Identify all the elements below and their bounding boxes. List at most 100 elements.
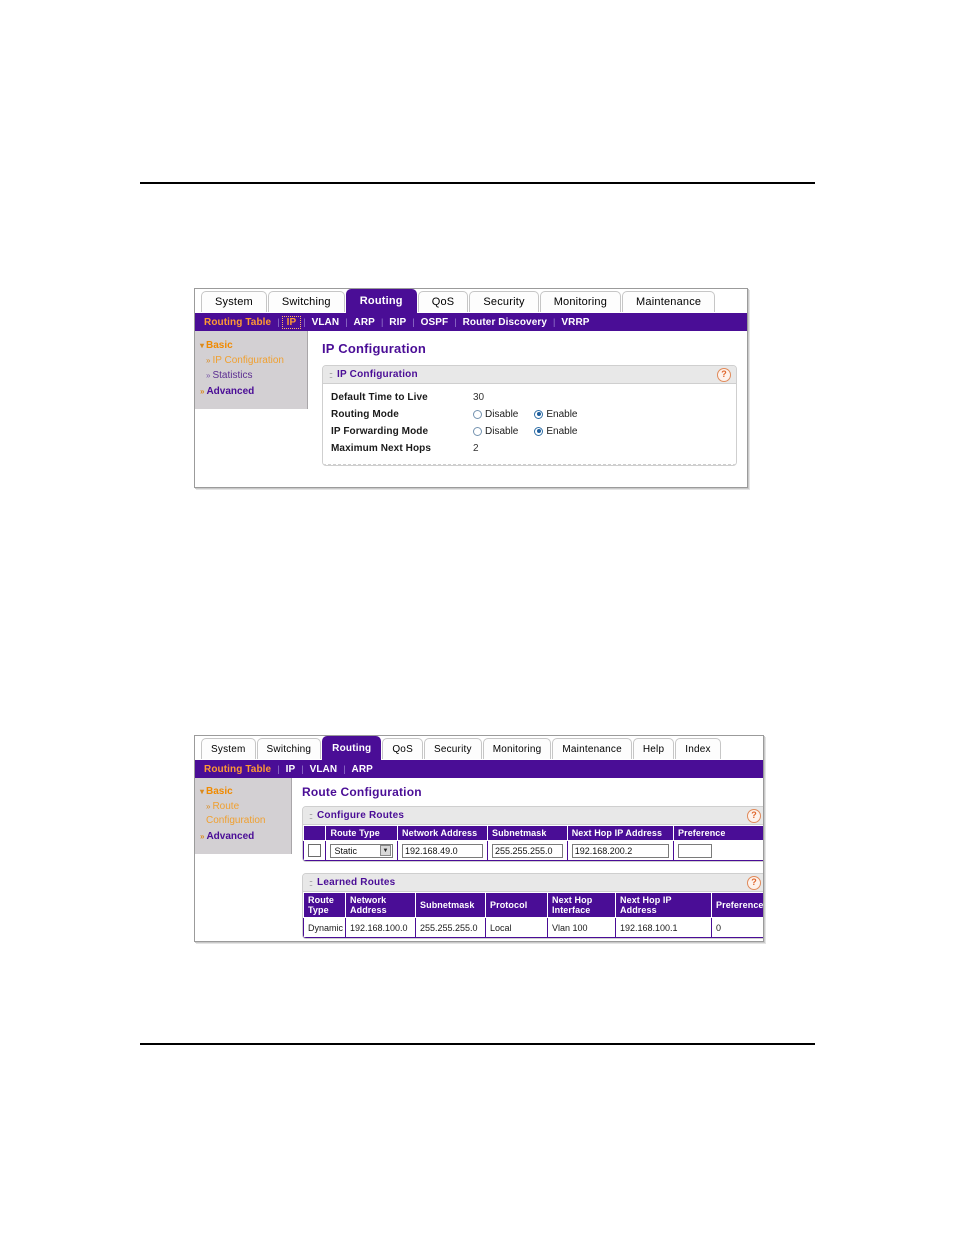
subnav-rip[interactable]: RIP	[383, 317, 412, 328]
network-address-input[interactable]: 192.168.49.0	[402, 843, 483, 858]
tab-qos[interactable]: QoS	[417, 291, 469, 313]
sidebar-item-basic[interactable]: ▾ Basic	[195, 784, 291, 799]
sidebar-item-route-configuration-cont[interactable]: Configuration	[195, 814, 291, 828]
configure-routes-table: Route Type Network Address Subnetmask Ne…	[303, 825, 763, 861]
panel-title: IP Configuration	[337, 369, 418, 380]
col-route-type: Route Type	[303, 892, 346, 918]
ip-configuration-form: Default Time to Live 30 Routing Mode Dis…	[323, 384, 736, 465]
col-select	[303, 825, 327, 841]
subnav-vrrp[interactable]: VRRP	[555, 317, 595, 328]
ip-forwarding-disable-option[interactable]: Disable	[473, 426, 518, 437]
sidebar-item-label: Route	[212, 801, 240, 812]
subnetmask-value: 255.255.255.0	[415, 917, 486, 938]
sidebar-item-label: Advanced	[206, 386, 255, 397]
next-hop-interface-value: Vlan 100	[547, 917, 616, 938]
subnav-ip[interactable]: IP	[281, 315, 302, 329]
sidebar-item-basic[interactable]: ▾ Basic	[195, 338, 307, 353]
route-type-value: Static	[334, 845, 357, 856]
row-checkbox[interactable]	[308, 844, 321, 857]
next-hop-ip-input[interactable]: 192.168.200.2	[571, 843, 669, 858]
tab-system[interactable]: System	[201, 291, 267, 313]
ip-sidebar: ▾ Basic » IP Configuration » Statistics » Ad…	[195, 331, 308, 409]
subnav-routing-table[interactable]: Routing Table	[204, 317, 277, 328]
table-row: Static ▼ 192.168.49.0 255.255.255.0 192.…	[303, 840, 763, 861]
ip-forwarding-mode-radio-group: Disable Enable	[473, 426, 594, 437]
col-next-hop-ip-address: Next Hop IP Address	[566, 825, 674, 841]
chevron-right-icon: »	[200, 832, 205, 841]
subnav-ip[interactable]: IP	[280, 764, 302, 775]
tab-index[interactable]: Index	[675, 738, 721, 760]
subnav-routing-table[interactable]: Routing Table	[204, 764, 277, 775]
panel-title: Learned Routes	[317, 877, 396, 888]
ip-subnav: Routing Table | IP | VLAN | ARP | RIP | …	[195, 313, 747, 331]
tab-security[interactable]: Security	[469, 291, 539, 313]
tab-help[interactable]: Help	[632, 738, 675, 760]
sidebar-item-ip-configuration[interactable]: » IP Configuration	[195, 353, 307, 368]
col-network-address: Network Address	[397, 825, 488, 841]
radio-icon[interactable]	[473, 426, 482, 436]
tab-maintenance[interactable]: Maintenance	[552, 738, 632, 760]
chevron-down-icon: ▾	[200, 341, 205, 350]
option-label: Enable	[546, 425, 578, 437]
tab-routing[interactable]: Routing	[345, 289, 417, 313]
subnav-router-discovery[interactable]: Router Discovery	[457, 317, 553, 328]
routing-mode-enable-option[interactable]: Enable	[534, 408, 578, 420]
tab-system[interactable]: System	[201, 738, 256, 760]
ip-body: ▾ Basic » IP Configuration » Statistics » Ad…	[195, 331, 747, 481]
route-type-select[interactable]: Static ▼	[330, 843, 394, 858]
subnav-ospf[interactable]: OSPF	[415, 317, 455, 328]
learned-routes-panel: :: Learned Routes ? Route Type Network A…	[302, 873, 763, 939]
subnetmask-cell: 255.255.255.0	[486, 840, 568, 861]
subnav-vlan[interactable]: VLAN	[304, 764, 344, 775]
sidebar-item-advanced[interactable]: » Advanced	[195, 828, 291, 844]
sidebar-item-label: Basic	[206, 786, 233, 797]
subnav-arp[interactable]: ARP	[348, 317, 381, 328]
radio-icon-selected[interactable]	[534, 409, 544, 419]
sidebar-item-label: Advanced	[206, 831, 255, 842]
tab-maintenance[interactable]: Maintenance	[622, 291, 716, 313]
row-select-cell	[303, 840, 327, 861]
sidebar-item-statistics[interactable]: » Statistics	[195, 368, 307, 383]
next-hop-ip-address-value: 192.168.100.1	[615, 917, 712, 938]
panel-header: :: Learned Routes ?	[303, 874, 763, 892]
tab-switching[interactable]: Switching	[256, 738, 322, 760]
sidebar-item-route[interactable]: » Route	[195, 799, 291, 814]
option-label: Enable	[546, 408, 578, 420]
routing-mode-radio-group: Disable Enable	[473, 409, 594, 420]
subnetmask-input[interactable]: 255.255.255.0	[491, 843, 563, 858]
preference-input[interactable]	[677, 843, 712, 858]
help-icon[interactable]: ?	[747, 876, 761, 890]
route-subnav: Routing Table | IP | VLAN | ARP	[195, 760, 763, 778]
table-header-row: Route Type Network Address Subnetmask Pr…	[303, 892, 763, 918]
tab-switching[interactable]: Switching	[267, 291, 345, 313]
help-icon[interactable]: ?	[747, 809, 761, 823]
subnav-vlan[interactable]: VLAN	[306, 317, 346, 328]
subnav-arp[interactable]: ARP	[346, 764, 379, 775]
grip-icon: ::	[309, 810, 313, 821]
route-content: Route Configuration :: Configure Routes …	[292, 778, 763, 941]
route-type-value: Dynamic	[303, 917, 346, 938]
subnav-separator: |	[277, 317, 280, 327]
radio-icon[interactable]	[473, 409, 482, 419]
help-icon[interactable]: ?	[717, 368, 731, 382]
page-title: Route Configuration	[302, 785, 422, 799]
chevron-down-icon[interactable]: ▼	[380, 845, 392, 856]
sidebar-item-advanced[interactable]: » Advanced	[195, 383, 307, 399]
routing-mode-disable-option[interactable]: Disable	[473, 409, 518, 420]
field-row-ip-forwarding-mode: IP Forwarding Mode Disable Enable	[331, 423, 728, 439]
tab-security[interactable]: Security	[423, 738, 482, 760]
ip-forwarding-enable-option[interactable]: Enable	[534, 425, 578, 437]
tab-monitoring[interactable]: Monitoring	[482, 738, 552, 760]
panel-title: Configure Routes	[317, 810, 405, 821]
tab-routing[interactable]: Routing	[322, 736, 382, 760]
panel-spacer	[302, 862, 763, 873]
page-bottom-rule	[140, 1043, 815, 1045]
tab-qos[interactable]: QoS	[382, 738, 423, 760]
radio-icon-selected[interactable]	[534, 426, 544, 436]
tab-monitoring[interactable]: Monitoring	[539, 291, 622, 313]
field-label: Routing Mode	[331, 408, 399, 420]
route-configuration-screenshot: System Switching Routing QoS Security Mo…	[194, 735, 764, 942]
chevron-right-icon: »	[206, 371, 211, 380]
field-label: Maximum Next Hops	[331, 442, 432, 454]
learned-routes-table: Route Type Network Address Subnetmask Pr…	[303, 892, 763, 938]
